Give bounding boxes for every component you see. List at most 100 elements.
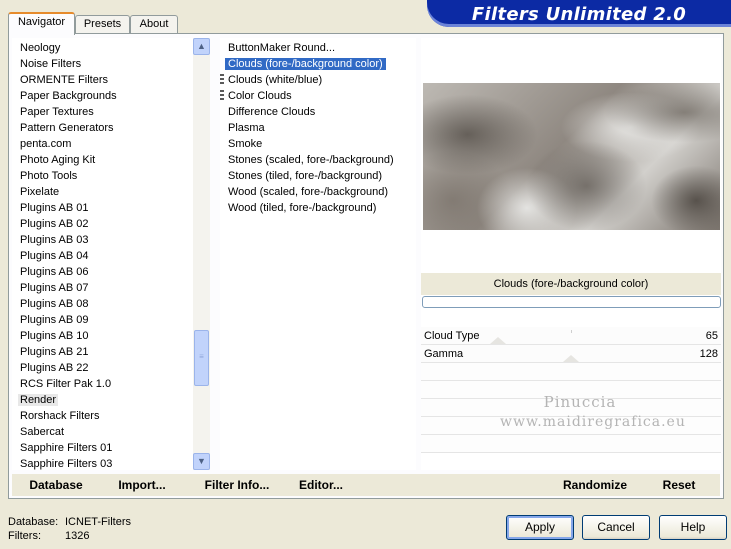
filter-item[interactable]: Wood (tiled, fore-/background) xyxy=(220,200,376,216)
slider-tick xyxy=(571,330,572,333)
filter-info-button[interactable]: Filter Info... xyxy=(192,474,282,496)
slider-thumb[interactable] xyxy=(563,355,579,362)
apply-button[interactable]: Apply xyxy=(506,515,574,540)
category-list[interactable]: Neology Noise Filters ORMENTE Filters Paper… xyxy=(12,38,210,470)
progress-bar xyxy=(422,296,721,308)
category-item[interactable]: Render xyxy=(12,392,59,408)
filter-item[interactable]: Color Clouds xyxy=(220,88,292,104)
list-item-label: Wood (tiled, fore-/background) xyxy=(228,202,377,214)
database-value: ICNET-Filters xyxy=(65,516,131,528)
help-button[interactable]: Help xyxy=(659,515,727,540)
category-item[interactable]: Plugins AB 06 xyxy=(12,264,89,280)
category-item[interactable]: penta.com xyxy=(12,136,71,152)
category-item[interactable]: Plugins AB 01 xyxy=(12,200,89,216)
category-item[interactable]: Neology xyxy=(12,40,60,56)
category-item[interactable]: Noise Filters xyxy=(12,56,81,72)
category-item[interactable]: Plugins AB 02 xyxy=(12,216,89,232)
slider-gamma[interactable]: Gamma 128 xyxy=(421,345,721,363)
list-item-label: Photo Aging Kit xyxy=(20,154,96,166)
slider-cloud-type[interactable]: Cloud Type 65 xyxy=(421,327,721,345)
category-item[interactable]: Plugins AB 09 xyxy=(12,312,89,328)
category-item[interactable]: Plugins AB 03 xyxy=(12,232,89,248)
list-item-label: Photo Tools xyxy=(20,170,78,182)
filter-item[interactable]: Difference Clouds xyxy=(220,104,315,120)
filter-item[interactable]: ButtonMaker Round... xyxy=(220,40,335,56)
filter-item[interactable]: Stones (tiled, fore-/background) xyxy=(220,168,382,184)
category-item[interactable]: Photo Aging Kit xyxy=(12,152,95,168)
category-item[interactable]: Plugins AB 22 xyxy=(12,360,89,376)
category-item[interactable]: Plugins AB 10 xyxy=(12,328,89,344)
list-item-label: Sapphire Filters 01 xyxy=(20,442,113,454)
filter-item[interactable]: Wood (scaled, fore-/background) xyxy=(220,184,388,200)
tab-about[interactable]: About xyxy=(130,15,178,34)
list-item-label: penta.com xyxy=(20,138,72,150)
tab-navigator[interactable]: Navigator xyxy=(8,12,75,35)
filter-item[interactable]: Smoke xyxy=(220,136,262,152)
filter-item[interactable]: Clouds (white/blue) xyxy=(220,72,322,88)
category-item[interactable]: Pixelate xyxy=(12,184,59,200)
filter-item[interactable]: Plasma xyxy=(220,120,265,136)
slider-value: 65 xyxy=(705,330,718,342)
filters-count-label: Filters: xyxy=(8,530,41,542)
list-item-label: Plugins AB 10 xyxy=(20,330,89,342)
list-item-label: Color Clouds xyxy=(228,90,292,102)
filter-item[interactable]: Stones (scaled, fore-/background) xyxy=(220,152,394,168)
slider-thumb[interactable] xyxy=(490,337,506,344)
list-item-label: Sapphire Filters 03 xyxy=(20,458,113,470)
list-item-label: Plugins AB 21 xyxy=(20,346,89,358)
category-item[interactable]: Sabercat xyxy=(12,424,64,440)
list-marker-icon xyxy=(220,90,224,102)
list-item-label: Plugins AB 09 xyxy=(20,314,89,326)
category-item[interactable]: Sapphire Filters 01 xyxy=(12,440,112,456)
category-item[interactable]: Plugins AB 04 xyxy=(12,248,89,264)
category-item[interactable]: Photo Tools xyxy=(12,168,77,184)
list-item-label: Neology xyxy=(20,42,61,54)
list-item-label: Plugins AB 07 xyxy=(20,282,89,294)
watermark: Pinuccia www.maidiregrafica.eu xyxy=(500,392,686,432)
list-item-label: Clouds (white/blue) xyxy=(228,74,323,86)
list-item-label: Plugins AB 01 xyxy=(20,202,89,214)
list-item-label: Plugins AB 03 xyxy=(20,234,89,246)
filters-count-value: 1326 xyxy=(65,530,90,542)
app-title-banner: Filters Unlimited 2.0 xyxy=(427,0,731,27)
category-scrollbar[interactable]: ▲ ≡ ▼ xyxy=(193,38,210,470)
status-info: Database: ICNET-Filters Filters: 1326 xyxy=(8,515,131,543)
filter-preview-image xyxy=(423,83,720,230)
randomize-button[interactable]: Randomize xyxy=(552,474,638,496)
watermark-line: www.maidiregrafica.eu xyxy=(500,414,686,430)
empty-slider-row xyxy=(421,363,721,381)
database-button[interactable]: Database xyxy=(20,474,92,496)
category-item[interactable]: Sapphire Filters 03 xyxy=(12,456,112,470)
category-item[interactable]: Plugins AB 21 xyxy=(12,344,89,360)
category-item[interactable]: Plugins AB 08 xyxy=(12,296,89,312)
tab-presets[interactable]: Presets xyxy=(75,15,130,34)
list-item-label: Pattern Generators xyxy=(20,122,114,134)
list-item-label: Plasma xyxy=(228,122,265,134)
slider-value: 128 xyxy=(699,348,718,360)
list-item-label: Difference Clouds xyxy=(228,106,316,118)
category-item[interactable]: Plugins AB 07 xyxy=(12,280,89,296)
import-button[interactable]: Import... xyxy=(110,474,174,496)
list-item-label: Pixelate xyxy=(20,186,60,198)
category-item[interactable]: RCS Filter Pak 1.0 xyxy=(12,376,111,392)
list-item-label: Render xyxy=(18,394,59,406)
scroll-up-arrow-icon[interactable]: ▲ xyxy=(193,38,210,55)
cancel-button[interactable]: Cancel xyxy=(582,515,650,540)
filter-list[interactable]: ButtonMaker Round... Clouds (fore-/backgr… xyxy=(220,38,416,470)
watermark-line: Pinuccia xyxy=(543,393,617,411)
category-item[interactable]: Paper Backgrounds xyxy=(12,88,117,104)
list-item-label: Wood (scaled, fore-/background) xyxy=(228,186,388,198)
category-item[interactable]: Rorshack Filters xyxy=(12,408,99,424)
list-item-label: Paper Textures xyxy=(20,106,94,118)
slider-label: Cloud Type xyxy=(424,330,480,342)
editor-button[interactable]: Editor... xyxy=(288,474,354,496)
list-item-label: Plugins AB 22 xyxy=(20,362,89,374)
category-item[interactable]: Paper Textures xyxy=(12,104,94,120)
category-item[interactable]: Pattern Generators xyxy=(12,120,114,136)
scroll-thumb[interactable]: ≡ xyxy=(194,330,209,386)
list-item-label: Paper Backgrounds xyxy=(20,90,117,102)
filter-item[interactable]: Clouds (fore-/background color) xyxy=(220,56,386,72)
category-item[interactable]: ORMENTE Filters xyxy=(12,72,108,88)
scroll-down-arrow-icon[interactable]: ▼ xyxy=(193,453,210,470)
reset-button[interactable]: Reset xyxy=(652,474,706,496)
